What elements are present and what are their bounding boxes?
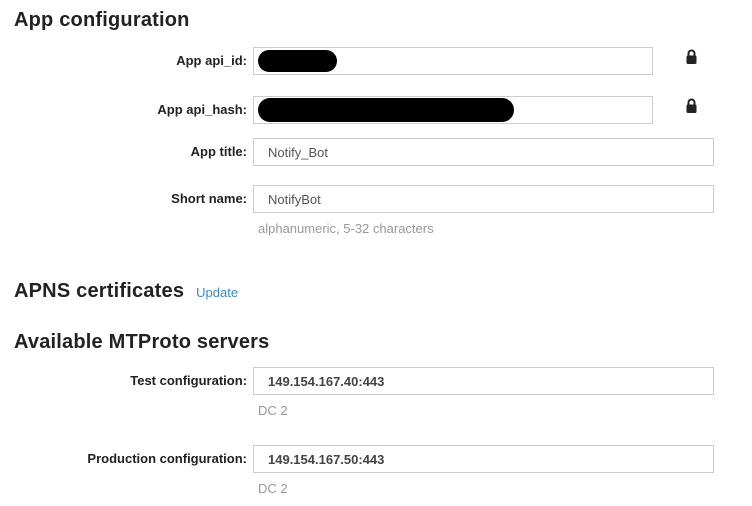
api-hash-label: App api_hash:	[0, 96, 247, 124]
api-id-label: App api_id:	[0, 47, 247, 75]
short-name-hint: alphanumeric, 5-32 characters	[258, 221, 714, 236]
test-configuration-dc-label: DC 2	[258, 403, 714, 418]
form-row-production-configuration: Production configuration: DC 2	[0, 445, 752, 496]
app-title-input[interactable]	[253, 138, 714, 166]
app-configuration-page: App configuration App api_id: App api_ha…	[0, 9, 752, 506]
form-row-api-id: App api_id:	[0, 47, 752, 75]
test-configuration-label: Test configuration:	[0, 367, 247, 395]
short-name-label: Short name:	[0, 185, 247, 213]
redaction-overlay	[258, 50, 337, 72]
update-link[interactable]: Update	[196, 285, 238, 300]
lock-icon	[685, 49, 698, 70]
api-id-input[interactable]	[253, 47, 653, 75]
short-name-input[interactable]	[253, 185, 714, 213]
form-row-api-hash: App api_hash:	[0, 96, 752, 124]
apns-certificates-heading: APNS certificates	[14, 280, 184, 302]
form-row-test-configuration: Test configuration: DC 2	[0, 367, 752, 418]
production-configuration-dc-label: DC 2	[258, 481, 714, 496]
api-hash-input[interactable]	[253, 96, 653, 124]
production-configuration-label: Production configuration:	[0, 445, 247, 473]
lock-icon	[685, 98, 698, 119]
redaction-overlay	[258, 98, 514, 122]
form-row-short-name: Short name: alphanumeric, 5-32 character…	[0, 185, 752, 236]
app-title-label: App title:	[0, 138, 247, 166]
page-title: App configuration	[14, 9, 752, 31]
test-configuration-input[interactable]	[253, 367, 714, 395]
form-row-app-title: App title:	[0, 138, 752, 166]
production-configuration-input[interactable]	[253, 445, 714, 473]
mtproto-servers-heading: Available MTProto servers	[14, 331, 752, 353]
apns-section-header: APNS certificates Update	[14, 280, 752, 302]
